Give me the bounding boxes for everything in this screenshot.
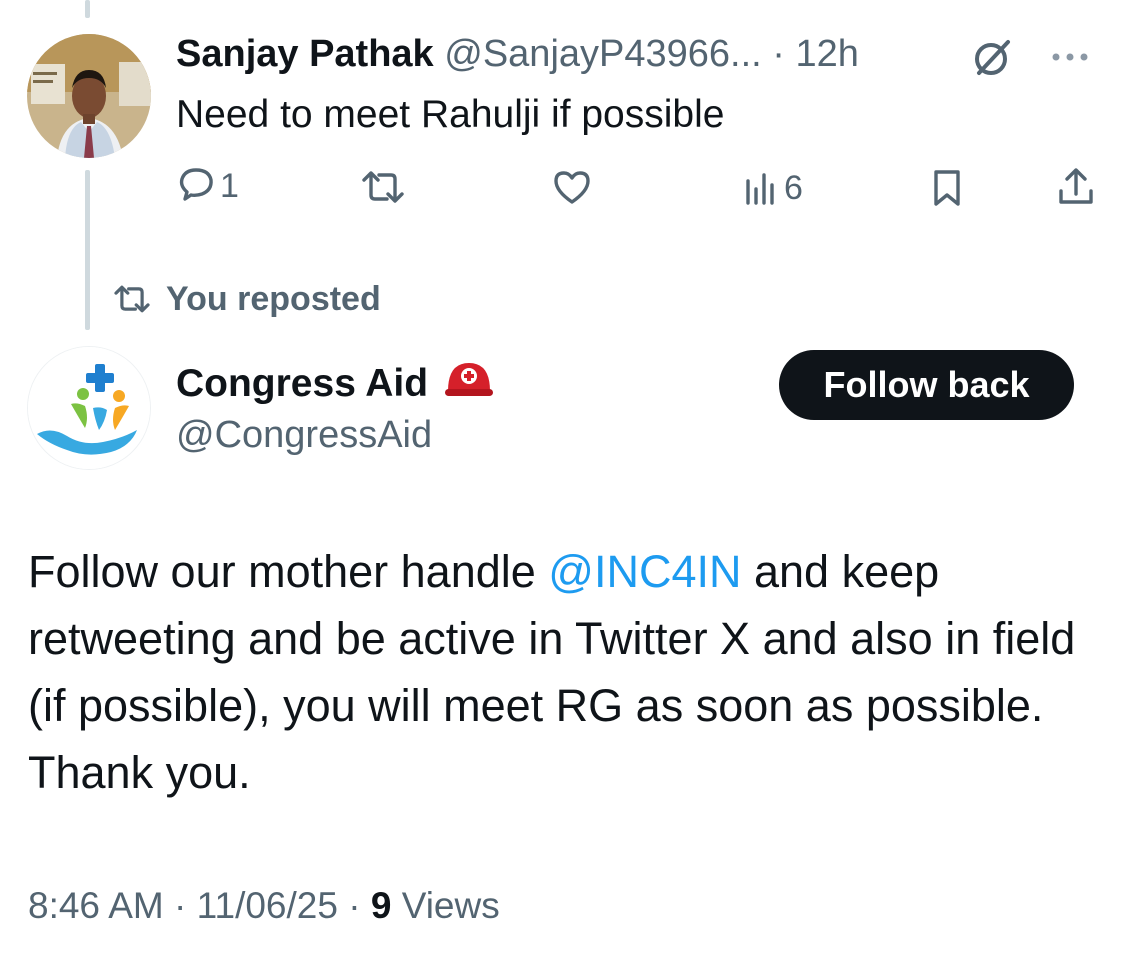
reply-button[interactable]: 1	[176, 166, 239, 206]
post-author-handle[interactable]: @CongressAid	[176, 410, 432, 460]
mention-link[interactable]: @INC4IN	[548, 546, 741, 597]
reply-header: Sanjay Pathak @SanjayP43966... · 12h	[176, 28, 956, 80]
reply-count: 1	[220, 167, 239, 205]
reply-time[interactable]: 12h	[795, 33, 858, 75]
post-author-row: Congress Aid	[176, 358, 496, 410]
views-button[interactable]: 6	[744, 168, 803, 208]
repost-label[interactable]: You reposted	[166, 280, 381, 319]
health-aid-logo-icon	[28, 347, 150, 469]
bar-chart-icon	[746, 173, 774, 205]
reply-text: Need to meet Rahulji if possible	[176, 93, 725, 136]
views-count: 6	[784, 169, 803, 207]
reply-author-name[interactable]: Sanjay Pathak	[176, 33, 434, 75]
post-text-before: Follow our mother handle	[28, 546, 549, 597]
avatar-sanjay[interactable]	[27, 34, 151, 158]
bookmark-icon	[934, 170, 960, 206]
post-views-count: 9	[370, 885, 392, 926]
grok-button[interactable]	[970, 34, 1016, 80]
repost-button[interactable]	[360, 168, 406, 206]
post-text: Follow our mother handle @INC4IN and kee…	[28, 538, 1108, 806]
speech-bubble-icon	[179, 168, 213, 201]
more-options-button[interactable]	[1050, 42, 1092, 72]
reply-separator: ·	[761, 33, 796, 75]
grok-slash-icon	[975, 40, 1010, 75]
repost-arrows-icon	[362, 171, 404, 203]
red-rescue-helmet-icon	[442, 357, 496, 411]
more-dots-icon	[1052, 53, 1088, 61]
share-upload-icon	[1059, 168, 1093, 204]
thread-line-top	[85, 0, 90, 18]
post-time[interactable]: 8:46 AM	[28, 885, 164, 926]
bookmark-button[interactable]	[930, 168, 964, 208]
like-button[interactable]	[552, 168, 592, 206]
post-views-label: Views	[401, 885, 500, 926]
meta-separator-1: ·	[163, 885, 197, 926]
follow-back-button[interactable]: Follow back	[779, 350, 1074, 420]
thread-line-bottom	[85, 170, 90, 330]
reply-handle[interactable]: @SanjayP43966...	[444, 33, 761, 75]
post-author-name[interactable]: Congress Aid	[176, 362, 428, 406]
post-date[interactable]: 11/06/25	[197, 885, 338, 926]
heart-icon	[554, 171, 590, 204]
meta-separator-2: ·	[337, 885, 371, 926]
post-meta: 8:46 AM · 11/06/25 · 9 Views	[28, 880, 500, 932]
avatar-congress-aid[interactable]	[27, 346, 151, 470]
repost-arrows-icon	[114, 285, 150, 313]
share-button[interactable]	[1056, 166, 1096, 208]
user-photo-icon	[27, 34, 151, 158]
repost-indicator: You reposted	[112, 276, 381, 322]
